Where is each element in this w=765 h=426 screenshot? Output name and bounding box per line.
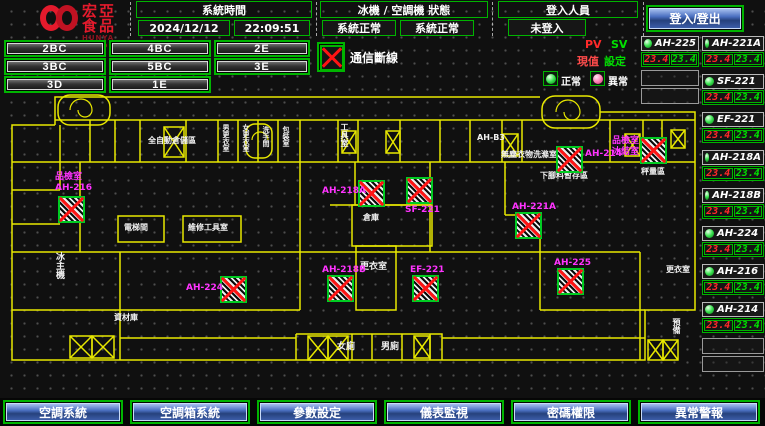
- status-lamp-icon: [644, 39, 652, 48]
- pv-value: 23.4: [704, 244, 733, 255]
- sv-value: 23.4: [734, 206, 763, 217]
- screen: 宏亞食品 HUNYA FOODS 系統時間 2024/12/12 22:09:5…: [0, 0, 765, 426]
- sv-value: 23.4: [734, 282, 763, 293]
- fan-icon[interactable]: [557, 268, 584, 295]
- fan-label: AH-221A: [512, 202, 556, 212]
- ahu-unit-name[interactable]: SF-221: [702, 74, 764, 89]
- nav-ahu-system-button[interactable]: 空調箱系統: [133, 403, 247, 421]
- room-label: 冰主機: [54, 252, 63, 279]
- fan-icon[interactable]: [556, 146, 583, 173]
- ahu-unit-name[interactable]: EF-221: [702, 112, 764, 127]
- ahu-unit-name[interactable]: AH-224: [702, 226, 764, 241]
- status-lamp-icon: [705, 153, 709, 162]
- status-lamp-icon: [705, 267, 714, 276]
- nav-meter-monitor-button[interactable]: 儀表監視: [387, 403, 501, 421]
- nav-parameter-settings-button[interactable]: 參數設定: [260, 403, 374, 421]
- fan-label: EF-221: [410, 265, 445, 275]
- ahu-unit-name[interactable]: AH-214: [702, 302, 764, 317]
- room-label: 秤量區: [641, 167, 665, 176]
- room-label: 男更衣室: [221, 124, 230, 152]
- fan-icon[interactable]: [58, 196, 85, 223]
- sv-value: 23.4: [671, 54, 698, 65]
- room-label: 維修工具室: [188, 223, 228, 232]
- pv-value: 23.4: [704, 130, 733, 141]
- room-label: 女更衣室: [241, 124, 250, 152]
- pv-value: 23.4: [704, 168, 733, 179]
- ahu-unit-name[interactable]: AH-225: [641, 36, 699, 51]
- pv-value: 23.4: [704, 54, 733, 65]
- fan-icon[interactable]: [406, 177, 433, 204]
- ahu-unit-name[interactable]: AH-218A: [702, 150, 764, 165]
- status-lamp-icon: [705, 77, 714, 86]
- ahu-unit-name[interactable]: AH-221A: [702, 36, 764, 51]
- room-label: 全自動倉儲區: [148, 136, 196, 145]
- ahu-unit-values: 23.4 23.4: [702, 280, 764, 295]
- sv-value: 23.4: [734, 54, 763, 65]
- fan-label: AH-225: [554, 258, 591, 268]
- room-label: 包裝室: [281, 126, 290, 147]
- fan-icon[interactable]: [220, 276, 247, 303]
- room-label: 工具室: [340, 123, 349, 147]
- sv-value: 23.4: [734, 320, 763, 331]
- empty-panel: [702, 338, 764, 354]
- room-label: 預備: [672, 318, 681, 334]
- fan-label: 冰結室: [612, 147, 639, 157]
- fan-icon[interactable]: [640, 137, 667, 164]
- ahu-unit-name[interactable]: AH-218B: [702, 188, 764, 203]
- status-lamp-icon: [705, 191, 709, 200]
- fan-icon[interactable]: [327, 275, 354, 302]
- pv-value: 23.4: [643, 54, 670, 65]
- fan-label: AH-216: [55, 183, 92, 193]
- fan-icon[interactable]: [515, 212, 542, 239]
- ahu-unit-values: 23.4 23.4: [702, 128, 764, 143]
- pv-value: 23.4: [704, 92, 733, 103]
- fan-label: SF-221: [405, 205, 440, 215]
- fan-icon[interactable]: [412, 275, 439, 302]
- room-label: 無塵衣物洗滌室: [501, 150, 557, 159]
- ahu-unit-values: 23.4 23.4: [702, 242, 764, 257]
- room-label: 電梯間: [124, 223, 148, 232]
- ahu-unit-values: 23.4 23.4: [702, 52, 764, 67]
- fan-label: AH-218A: [322, 186, 366, 196]
- ahu-unit-values: 23.4 23.4: [702, 204, 764, 219]
- fan-room-label: 品檢室: [55, 172, 82, 182]
- status-lamp-icon: [705, 39, 709, 48]
- status-lamp-icon: [705, 229, 714, 238]
- room-label: 資材庫: [114, 313, 138, 322]
- empty-panel: [641, 70, 699, 86]
- sv-value: 23.4: [734, 244, 763, 255]
- room-label: 洗手間: [261, 126, 270, 147]
- fan-label: AH-224: [186, 283, 223, 293]
- sv-value: 23.4: [734, 130, 763, 141]
- nav-air-conditioning-button[interactable]: 空調系統: [6, 403, 120, 421]
- nav-password-authority-button[interactable]: 密碼權限: [514, 403, 628, 421]
- sv-value: 23.4: [734, 92, 763, 103]
- pv-value: 23.4: [704, 282, 733, 293]
- ahu-unit-name[interactable]: AH-216: [702, 264, 764, 279]
- ahu-unit-values: 23.4 23.4: [702, 90, 764, 105]
- room-label: 女廁: [337, 343, 355, 352]
- room-label: AH-B3: [477, 133, 505, 142]
- nav-alarm-button[interactable]: 異常警報: [641, 403, 757, 421]
- status-lamp-icon: [705, 115, 714, 124]
- ahu-unit-values: 23.4 23.4: [702, 318, 764, 333]
- status-lamp-icon: [705, 305, 714, 314]
- fan-room-label: 品檢室: [612, 136, 639, 146]
- room-label: 男廁: [381, 343, 399, 352]
- empty-panel: [641, 88, 699, 104]
- ahu-unit-values: 23.4 23.4: [641, 52, 699, 67]
- room-label: 更衣室: [666, 265, 690, 274]
- empty-panel: [702, 356, 764, 372]
- sv-value: 23.4: [734, 168, 763, 179]
- bottom-nav: 空調系統 空調箱系統 參數設定 儀表監視 密碼權限 異常警報: [0, 398, 765, 426]
- pv-value: 23.4: [704, 320, 733, 331]
- ahu-unit-values: 23.4 23.4: [702, 166, 764, 181]
- pv-value: 23.4: [704, 206, 733, 217]
- room-label: 倉庫: [363, 213, 379, 222]
- fan-label: AH-218B: [322, 265, 366, 275]
